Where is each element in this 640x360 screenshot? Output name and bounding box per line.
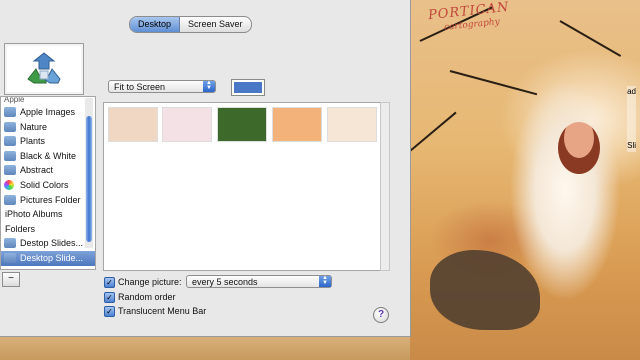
desktop-icon-label[interactable]: Sli [627,140,636,152]
current-picture-preview [4,43,84,95]
source-item-folder-1[interactable]: Destop Slides... [1,236,95,251]
folder-icon [4,238,16,249]
source-item-pictures-folder[interactable]: Pictures Folder [1,193,95,208]
remove-folder-button[interactable]: − [2,272,20,287]
source-item-label: Desktop Slide... [20,252,84,263]
source-item-label: Abstract [20,165,54,176]
group-header-label: iPhoto Albums [5,209,63,220]
fit-to-screen-popup[interactable]: Fit to Screen ▲ ▼ [108,80,216,93]
change-picture-label: Change picture: [118,277,182,287]
color-wheel-icon [4,179,14,190]
iphoto-albums-header[interactable]: iPhoto Albums [1,207,95,222]
help-button[interactable]: ? [373,307,389,323]
folder-icon [4,194,16,205]
source-group-header: Apple [4,96,25,104]
refresh-cycle-icon [27,52,61,84]
source-item-abstract[interactable]: Abstract [1,163,95,178]
apple-logo-icon [4,107,16,117]
source-item-label: Apple Images [20,107,76,117]
source-item-label: Nature [20,121,48,132]
folder-icon [4,136,16,147]
random-order-option[interactable]: ✓ Random order [104,291,176,304]
background-color-well[interactable] [231,79,265,96]
change-picture-option[interactable]: ✓ Change picture: [104,276,182,289]
popup-arrows-icon: ▲ ▼ [319,275,331,287]
scrollbar-thumb[interactable] [86,116,92,242]
source-item-label: Destop Slides... [20,238,84,249]
source-item-folder-2[interactable]: Desktop Slide... [1,250,95,266]
folders-header: Folders [1,222,95,237]
change-picture-checkbox[interactable]: ✓ [104,277,115,289]
tab-desktop[interactable]: Desktop [130,17,181,32]
folder-icon [4,121,16,132]
thumbnail[interactable] [162,107,212,142]
thumbnail[interactable] [327,107,377,142]
desktop-wallpaper-strip [0,337,410,360]
random-order-label: Random order [118,292,176,302]
interval-value: every 5 seconds [192,277,258,287]
grid-scrollbar[interactable] [380,102,390,271]
folder-icon [4,252,16,263]
popup-arrows-icon: ▲ ▼ [203,80,215,92]
group-header-label: Folders [5,223,36,234]
source-item-label: Solid Colors [20,179,69,190]
source-item-apple-images[interactable]: Apple Images [1,105,95,120]
source-item-black-white[interactable]: Black & White [1,149,95,164]
change-interval-popup[interactable]: every 5 seconds ▲ ▼ [186,275,332,288]
random-order-checkbox[interactable]: ✓ [104,292,115,304]
tab-bar: Desktop Screen Saver [129,16,252,33]
sidebar-scrollbar[interactable] [85,98,93,248]
folder-icon [4,165,16,176]
folder-icon [4,150,16,161]
wallpaper-face [558,122,600,174]
desktop-preferences-window: Desktop Screen Saver Fit to Screen ▲ ▼ Ap… [0,0,411,337]
source-item-label: Pictures Folder [20,194,81,205]
source-item-plants[interactable]: Plants [1,134,95,149]
fit-popup-value: Fit to Screen [114,82,166,92]
picture-thumbnail-grid[interactable] [103,102,381,271]
source-item-solid-colors[interactable]: Solid Colors [1,178,95,193]
tab-screen-saver[interactable]: Screen Saver [180,17,251,32]
thumbnail[interactable] [108,107,158,142]
source-item-nature[interactable]: Nature [1,120,95,135]
thumbnail[interactable] [272,107,322,142]
translucent-menu-bar-label: Translucent Menu Bar [118,306,207,316]
translucent-menu-bar-checkbox[interactable]: ✓ [104,306,115,318]
source-item-label: Plants [20,136,46,147]
source-item-label: Black & White [20,150,77,161]
desktop-icon-labels[interactable]: ad Sli [627,86,636,152]
desktop-icon-label[interactable]: ad [627,86,636,98]
picture-source-list[interactable]: Apple Apple Images Nature Plants Black &… [0,96,96,270]
color-swatch-fill [234,82,262,93]
desktop-wallpaper: PORTICAN cartography ad Sli [410,0,640,360]
translucent-menu-bar-option[interactable]: ✓ Translucent Menu Bar [104,305,207,318]
thumbnail[interactable] [217,107,267,142]
